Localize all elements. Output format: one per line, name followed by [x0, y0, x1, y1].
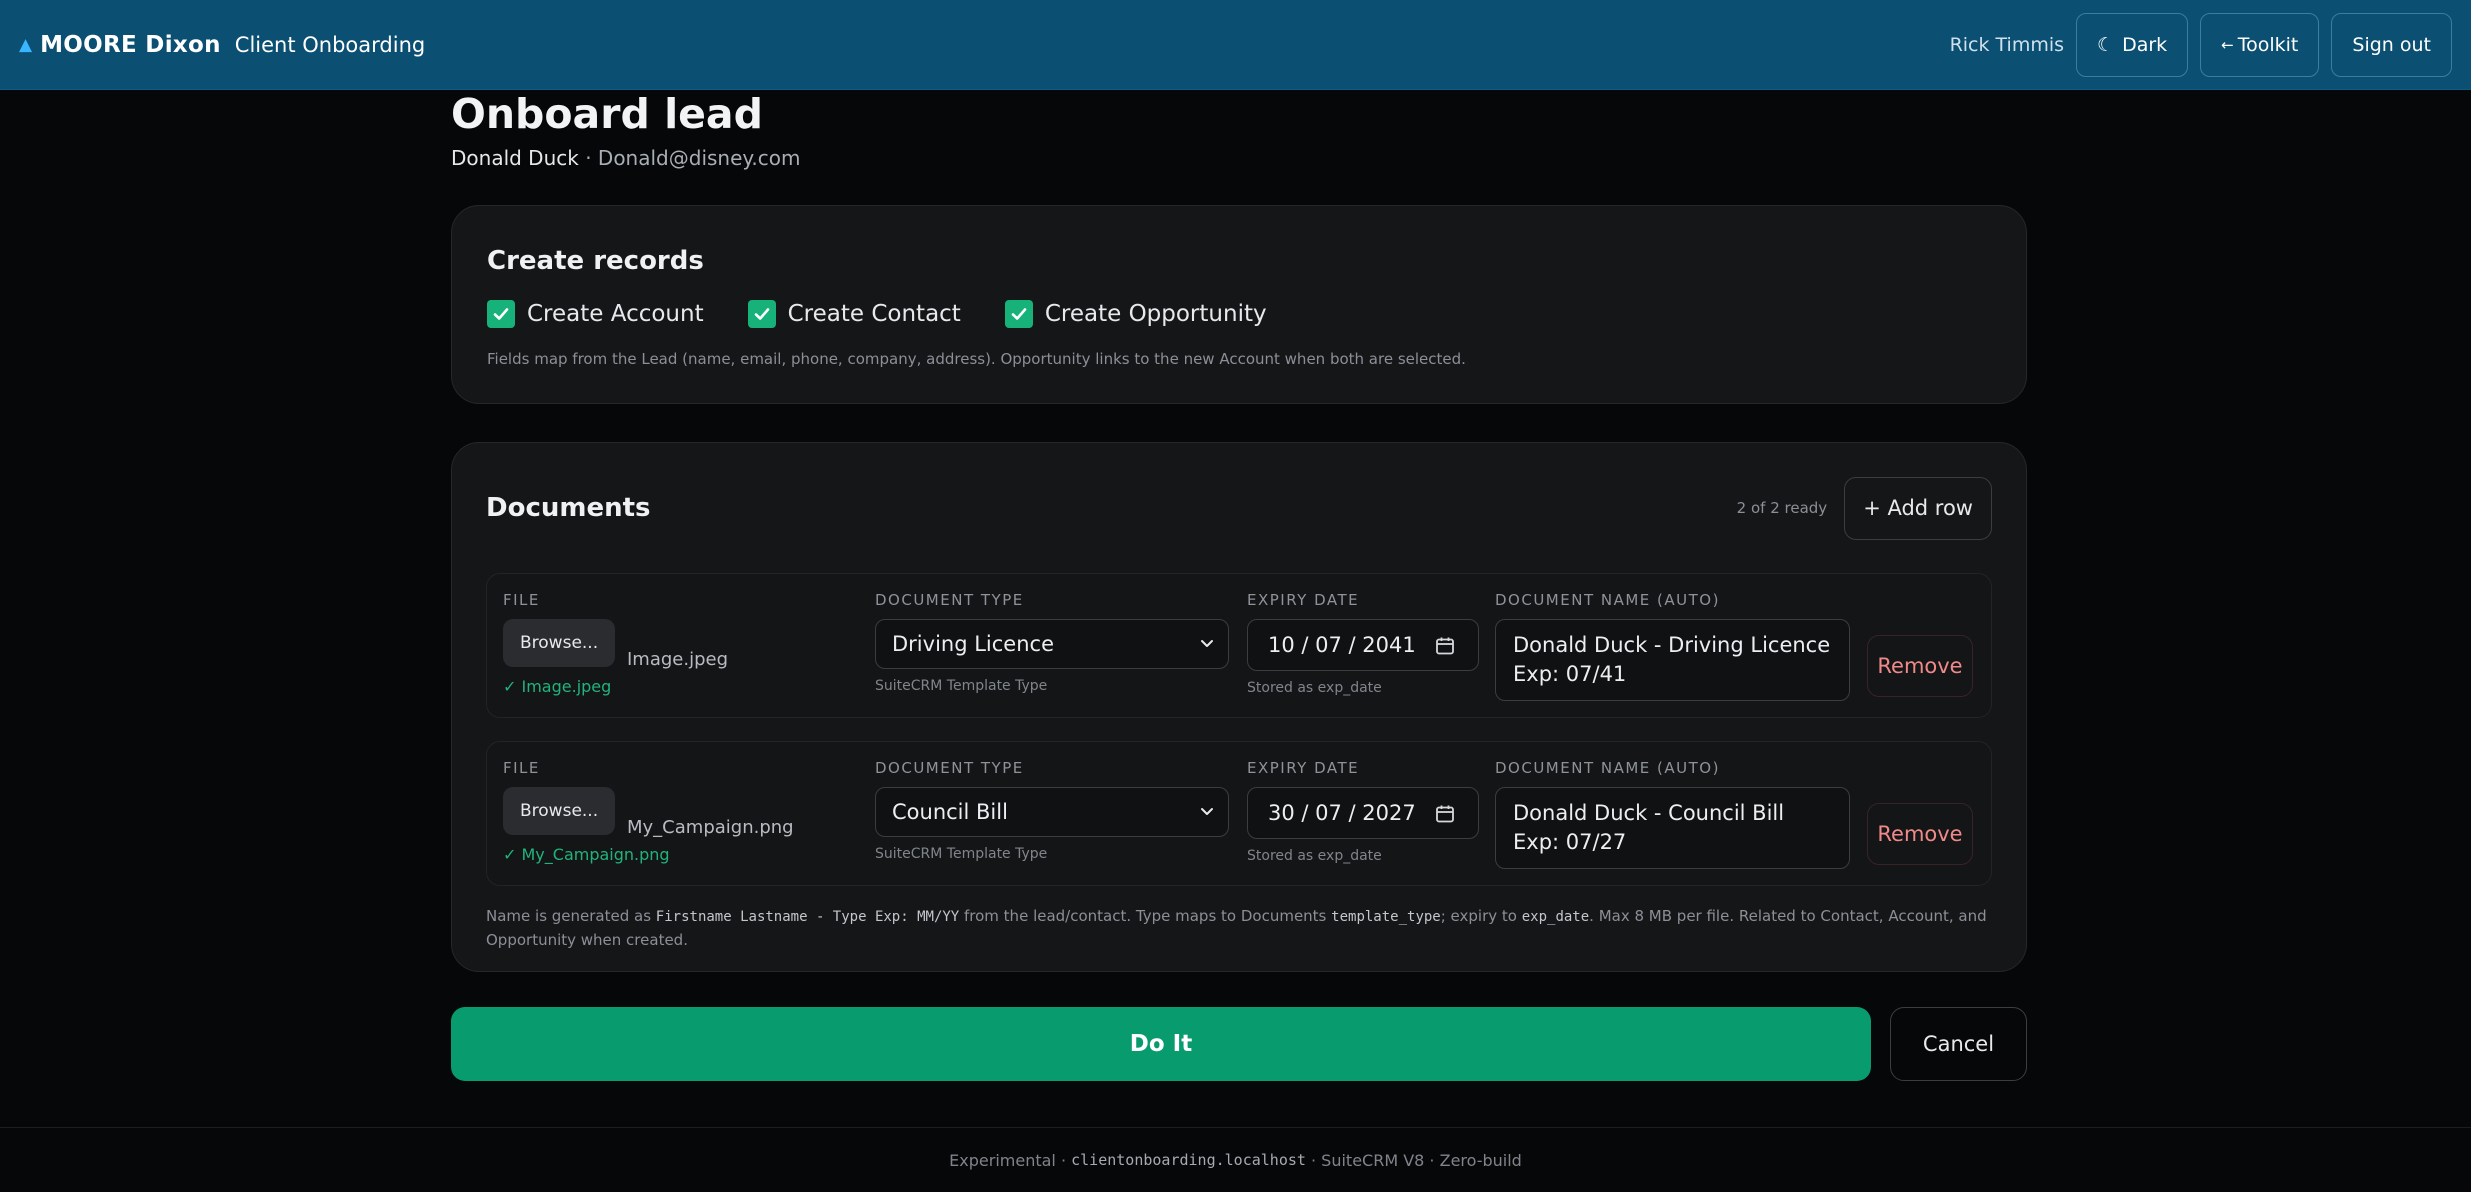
document-row: FILE Browse... My_Campaign.png ✓ My_Camp…	[486, 741, 1992, 886]
documents-ready-count: 2 of 2 ready	[1736, 499, 1828, 517]
document-type-column: DOCUMENT TYPE Council Bill SuiteCRM Temp…	[875, 759, 1229, 862]
footer: Experimental · clientonboarding.localhos…	[0, 1127, 2471, 1192]
footer-host: clientonboarding.localhost	[1071, 1151, 1306, 1169]
expiry-label: EXPIRY DATE	[1247, 591, 1360, 609]
note-code: Firstname Lastname - Type Exp: MM/YY	[655, 909, 960, 925]
documents-title: Documents	[486, 493, 651, 523]
selected-file-name: Image.jpeg	[627, 649, 729, 670]
cancel-button[interactable]: Cancel	[1890, 1007, 2027, 1081]
calendar-icon[interactable]	[1434, 803, 1456, 825]
triangle-logo-icon: ▲	[19, 34, 33, 55]
document-name-field[interactable]: Donald Duck - Driving Licence Exp: 07/41	[1495, 619, 1850, 701]
document-name-label: DOCUMENT NAME (AUTO)	[1495, 759, 1720, 777]
create-opportunity-label: Create Opportunity	[1044, 301, 1267, 327]
document-type-sub: SuiteCRM Template Type	[875, 846, 1048, 862]
records-hint: Fields map from the Lead (name, email, p…	[487, 350, 1466, 368]
expiry-label: EXPIRY DATE	[1247, 759, 1360, 777]
documents-note: Name is generated as Firstname Lastname …	[486, 905, 1992, 952]
create-records-card: Create records Create Account Create Con…	[451, 205, 2027, 404]
arrow-left-icon: ←	[2221, 35, 2234, 54]
document-type-label: DOCUMENT TYPE	[875, 591, 1024, 609]
app-name: Client Onboarding	[234, 32, 426, 57]
file-column: FILE Browse... My_Campaign.png ✓ My_Camp…	[503, 759, 794, 864]
main-content: Onboard lead Donald Duck · Donald@disney…	[451, 90, 2027, 1081]
document-name-label: DOCUMENT NAME (AUTO)	[1495, 591, 1720, 609]
documents-card: Documents 2 of 2 ready + Add row FILE Br…	[451, 442, 2027, 972]
header-actions: Rick Timmis ☾ Dark ← Toolkit Sign out	[1949, 12, 2452, 77]
browse-button[interactable]: Browse...	[503, 787, 616, 835]
lead-email: Donald@disney.com	[597, 146, 801, 170]
chevron-down-icon	[1201, 640, 1213, 647]
note-code: exp_date	[1521, 909, 1590, 925]
brand-name: MOORE Dixon	[40, 31, 221, 58]
chevron-down-icon	[1201, 808, 1213, 815]
note-text: Name is generated as	[486, 907, 656, 925]
create-opportunity-checkbox[interactable]: Create Opportunity	[1004, 300, 1267, 328]
expiry-sub: Stored as exp_date	[1247, 680, 1382, 696]
file-label: FILE	[503, 591, 540, 609]
expiry-column: EXPIRY DATE 10 / 07 / 2041 Stored as exp…	[1247, 591, 1479, 696]
create-account-checkbox[interactable]: Create Account	[487, 300, 704, 328]
document-type-select[interactable]: Driving Licence	[875, 619, 1229, 669]
expiry-date-value: 30 / 07 / 2027	[1268, 801, 1416, 825]
document-type-column: DOCUMENT TYPE Driving Licence SuiteCRM T…	[875, 591, 1229, 694]
note-text: from the lead/contact. Type maps to Docu…	[959, 907, 1332, 925]
create-contact-checkbox[interactable]: Create Contact	[747, 300, 961, 328]
remove-row-button[interactable]: Remove	[1867, 635, 1973, 697]
note-text: ; expiry to	[1440, 907, 1522, 925]
page-title: Onboard lead	[451, 90, 763, 138]
form-actions: Do It Cancel	[451, 1007, 2027, 1081]
file-ready-status: ✓ Image.jpeg	[503, 677, 612, 696]
lead-summary: Donald Duck · Donald@disney.com	[451, 146, 2027, 170]
file-label: FILE	[503, 759, 540, 777]
selected-file-name: My_Campaign.png	[627, 817, 794, 838]
sign-out-button[interactable]: Sign out	[2331, 12, 2452, 77]
create-records-title: Create records	[487, 246, 704, 276]
document-type-label: DOCUMENT TYPE	[875, 759, 1024, 777]
toolkit-button[interactable]: ← Toolkit	[2200, 12, 2320, 77]
lead-name: Donald Duck	[451, 146, 579, 170]
theme-label: Dark	[2122, 33, 2168, 56]
document-name-field[interactable]: Donald Duck - Council Bill Exp: 07/27	[1495, 787, 1850, 869]
document-name-column: DOCUMENT NAME (AUTO) Donald Duck - Drivi…	[1495, 591, 1850, 701]
toolkit-label: Toolkit	[2237, 33, 2299, 56]
document-type-sub: SuiteCRM Template Type	[875, 678, 1048, 694]
create-account-label: Create Account	[527, 301, 704, 327]
document-type-select[interactable]: Council Bill	[875, 787, 1229, 837]
remove-row-button[interactable]: Remove	[1867, 803, 1973, 865]
expiry-date-input[interactable]: 10 / 07 / 2041	[1247, 619, 1479, 671]
checkbox-checked-icon[interactable]	[1004, 300, 1033, 328]
document-type-value: Council Bill	[892, 800, 1008, 824]
footer-text: · SuiteCRM V8 · Zero-build	[1305, 1150, 1522, 1170]
moon-icon: ☾	[2097, 33, 2115, 56]
lead-separator: ·	[578, 146, 598, 170]
document-row: FILE Browse... Image.jpeg ✓ Image.jpeg D…	[486, 573, 1992, 718]
brand[interactable]: ▲ MOORE Dixon Client Onboarding	[19, 32, 425, 58]
footer-text: Experimental ·	[949, 1150, 1072, 1170]
note-code: template_type	[1331, 909, 1441, 925]
document-type-value: Driving Licence	[892, 632, 1054, 656]
expiry-date-value: 10 / 07 / 2041	[1268, 633, 1416, 657]
user-name: Rick Timmis	[1949, 33, 2065, 56]
top-bar: ▲ MOORE Dixon Client Onboarding Rick Tim…	[0, 0, 2471, 90]
calendar-icon[interactable]	[1434, 635, 1456, 657]
do-it-button[interactable]: Do It	[451, 1007, 1871, 1081]
file-ready-status: ✓ My_Campaign.png	[503, 845, 670, 864]
expiry-date-input[interactable]: 30 / 07 / 2027	[1247, 787, 1479, 839]
checkbox-checked-icon[interactable]	[487, 300, 515, 328]
browse-button[interactable]: Browse...	[503, 619, 616, 667]
documents-header: Documents 2 of 2 ready + Add row	[486, 443, 1992, 573]
theme-toggle-button[interactable]: ☾ Dark	[2076, 12, 2189, 77]
document-name-column: DOCUMENT NAME (AUTO) Donald Duck - Counc…	[1495, 759, 1850, 869]
checkbox-checked-icon[interactable]	[747, 300, 776, 328]
expiry-sub: Stored as exp_date	[1247, 848, 1382, 864]
add-row-button[interactable]: + Add row	[1844, 476, 1992, 540]
create-contact-label: Create Contact	[787, 301, 961, 327]
expiry-column: EXPIRY DATE 30 / 07 / 2027 Stored as exp…	[1247, 759, 1479, 864]
file-column: FILE Browse... Image.jpeg ✓ Image.jpeg	[503, 591, 728, 696]
create-records-options: Create Account Create Contact Create Opp…	[487, 300, 1991, 328]
